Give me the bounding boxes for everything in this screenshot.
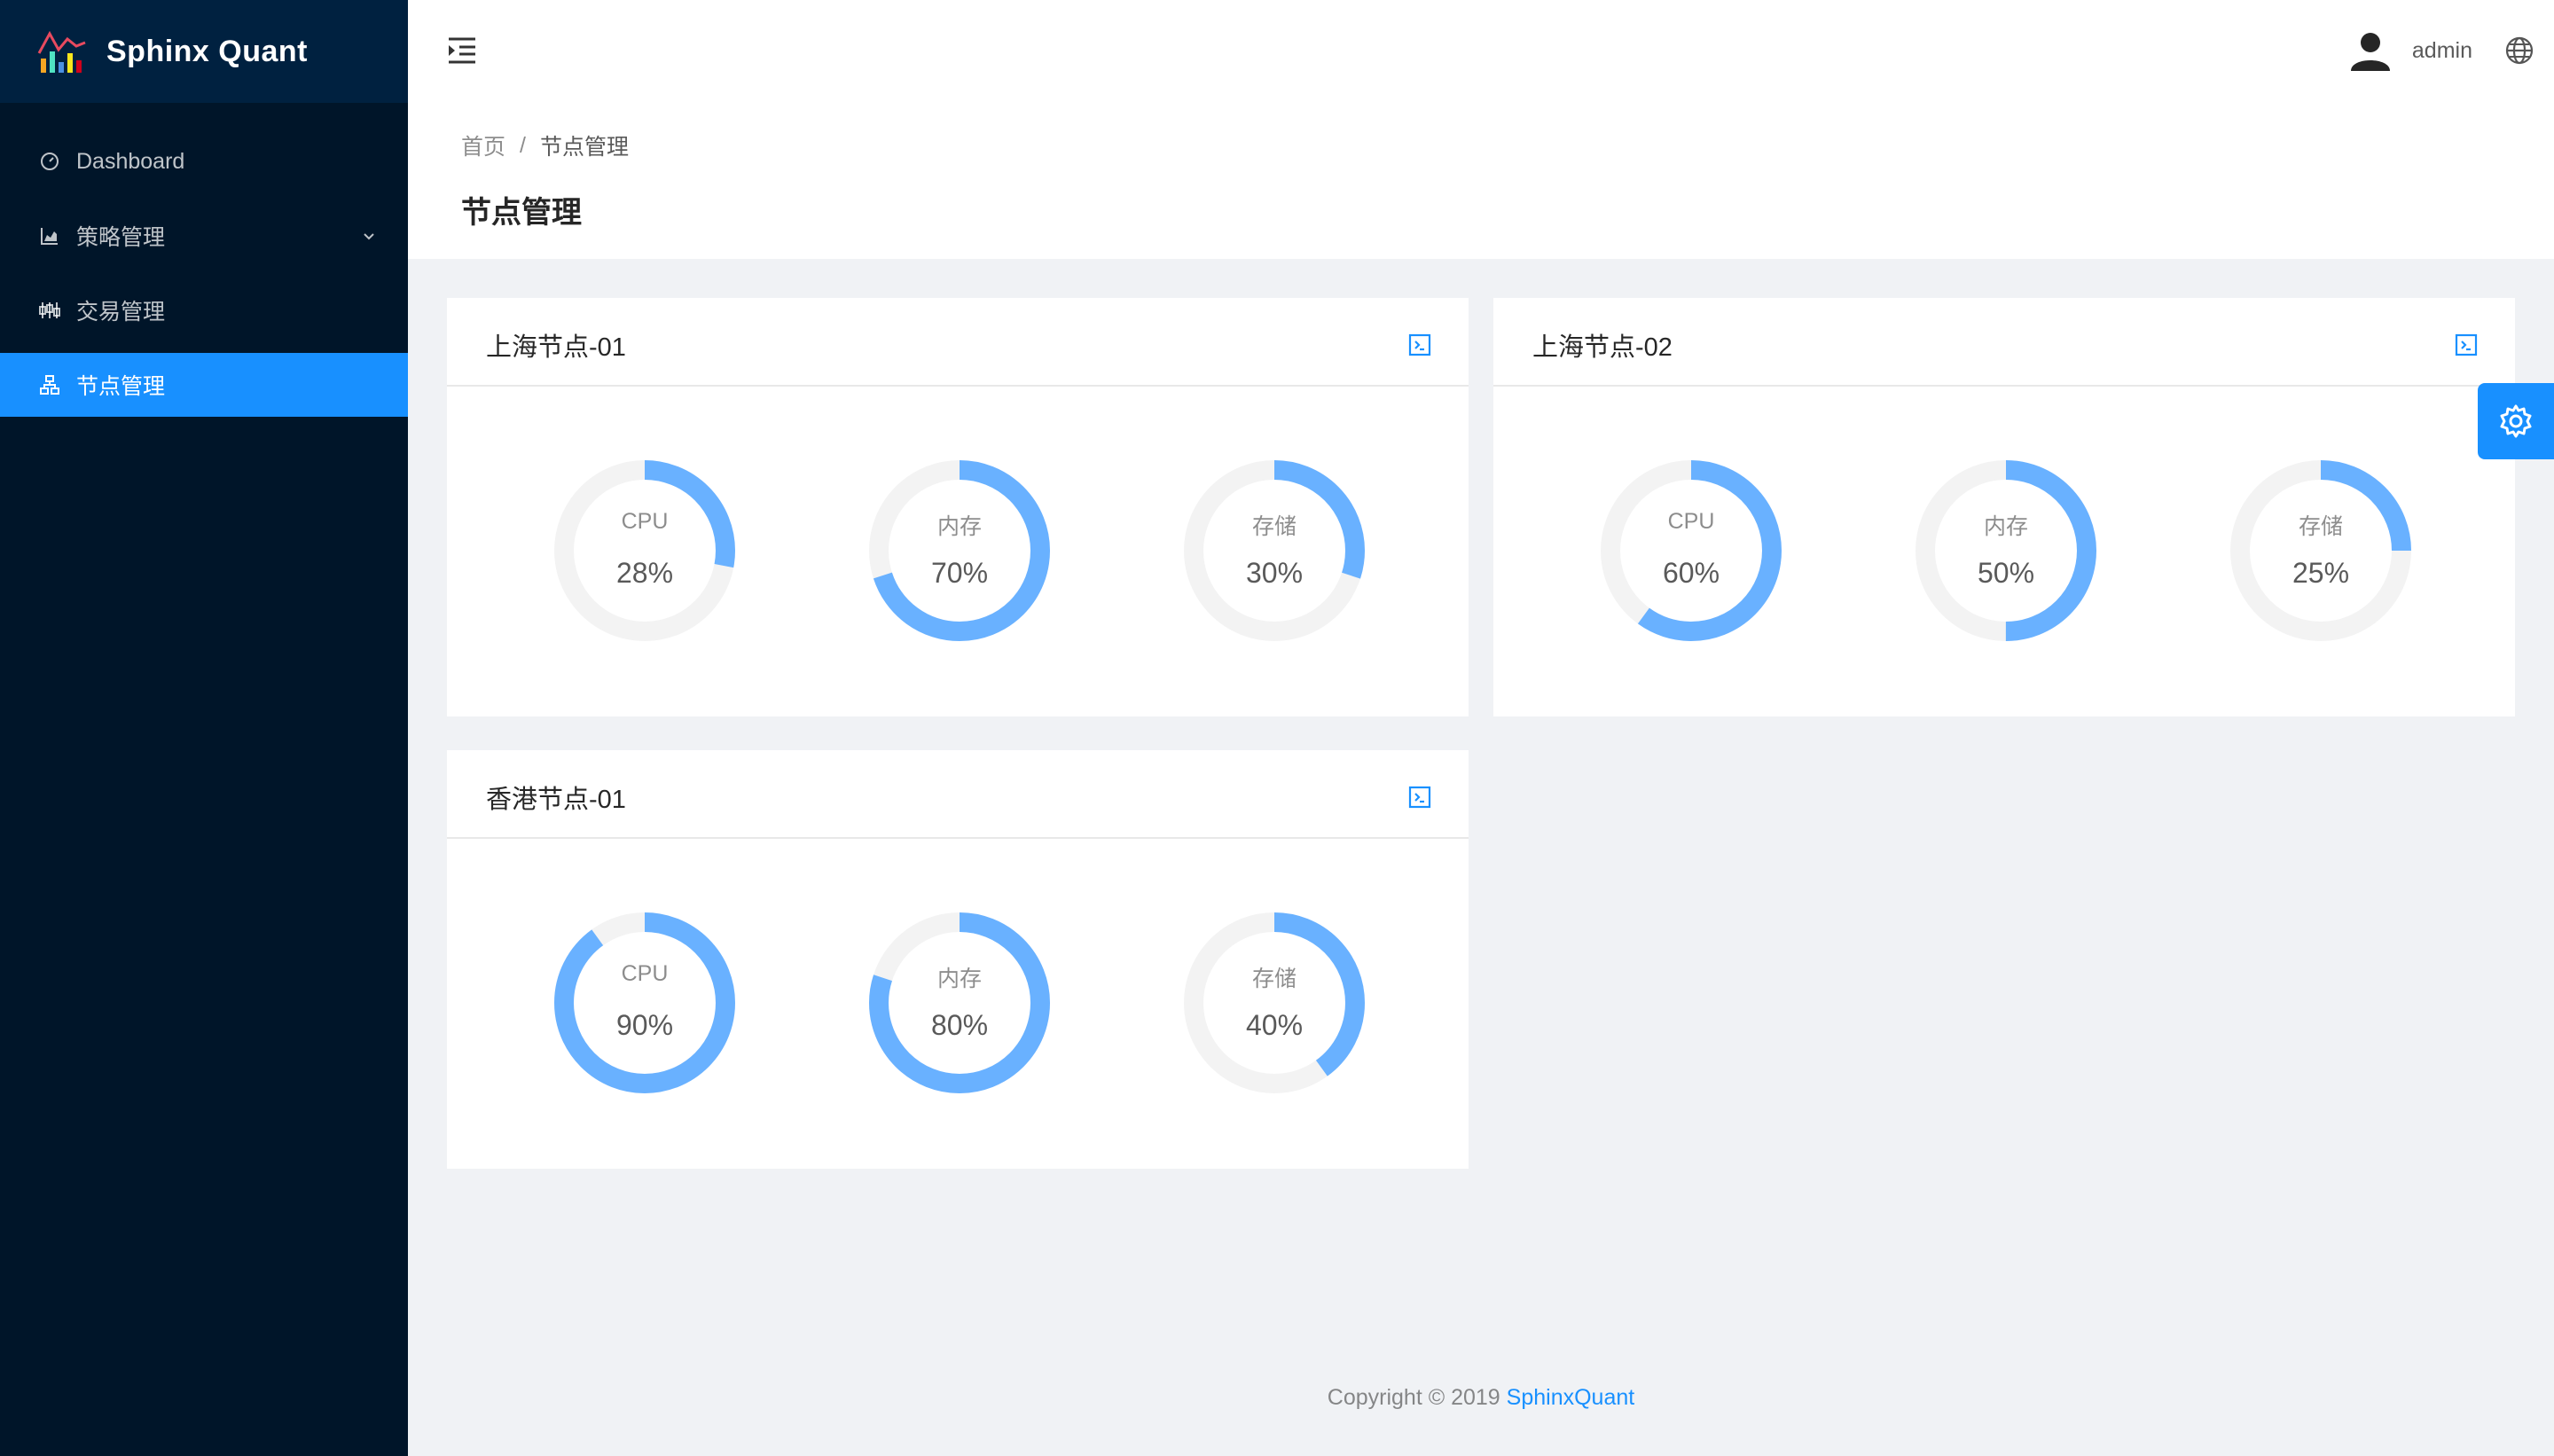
copyright-text: Copyright © 2019 [1327, 1385, 1500, 1410]
sidebar: Sphinx Quant Dashboard 策略管理 交易管理 节点管理 [0, 0, 408, 1456]
gauge-label: 内存 [936, 514, 982, 539]
breadcrumb-separator: / [520, 132, 526, 158]
page-header: 首页 / 节点管理 节点管理 [408, 103, 2554, 259]
gauge-value: 40% [1245, 1009, 1304, 1041]
gauge-label: 存储 [2298, 514, 2343, 539]
sidebar-item-label: 策略管理 [76, 225, 166, 250]
brand-link[interactable]: SphinxQuant [1507, 1385, 1635, 1410]
card-header: 香港节点-01 [447, 750, 1469, 839]
user-menu[interactable]: admin [2348, 28, 2472, 73]
gauge-value: 50% [1977, 557, 2035, 589]
user-avatar-icon [2350, 33, 2390, 71]
gauge-memory: 内存 70% [866, 458, 1053, 644]
sidebar-item-strategy[interactable]: 策略管理 [0, 204, 408, 268]
node-card: 香港节点-01 CPU 90% 内存 80% 存储 40% [447, 750, 1469, 1169]
chevron-down-icon [364, 233, 374, 240]
gauge-value: 30% [1245, 557, 1304, 589]
node-name: 上海节点-02 [1532, 333, 1673, 362]
gear-icon [2500, 404, 2532, 438]
gauge-label: 存储 [1251, 514, 1297, 539]
breadcrumb: 首页 / 节点管理 [461, 129, 629, 161]
sidebar-item-label: Dashboard [76, 148, 185, 174]
cluster-icon [39, 374, 60, 395]
gauge-row: CPU 28% 内存 70% 存储 30% [447, 387, 1469, 715]
gauge-cpu: CPU 60% [1598, 458, 1784, 644]
sidebar-item-nodes[interactable]: 节点管理 [0, 353, 408, 417]
breadcrumb-home[interactable]: 首页 [461, 129, 505, 161]
menu-fold-icon[interactable] [445, 34, 479, 67]
terminal-icon[interactable] [2455, 333, 2478, 356]
card-header: 上海节点-01 [447, 298, 1469, 387]
card-header: 上海节点-02 [1493, 298, 2515, 387]
footer: Copyright © 2019 SphinxQuant [408, 1385, 2554, 1411]
username: admin [2411, 37, 2472, 63]
gauge-storage: 存储 30% [1181, 458, 1367, 644]
sidebar-item-trading[interactable]: 交易管理 [0, 278, 408, 342]
gauge-storage: 存储 40% [1181, 910, 1367, 1096]
sliders-icon [39, 300, 60, 321]
gauge-value: 28% [615, 557, 674, 589]
gauge-label: 存储 [1251, 967, 1297, 991]
logo-icon [37, 30, 86, 73]
terminal-icon[interactable] [1408, 333, 1431, 356]
settings-drawer-button[interactable] [2478, 383, 2554, 459]
gauge-row: CPU 60% 内存 50% 存储 25% [1493, 387, 2515, 715]
gauge-cpu: CPU 28% [552, 458, 738, 644]
page-title: 节点管理 [461, 196, 582, 230]
gauge-label: CPU [621, 961, 669, 986]
gauge-value: 25% [2292, 557, 2350, 589]
gauge-memory: 内存 80% [866, 910, 1053, 1096]
node-card: 上海节点-01 CPU 28% 内存 70% 存储 30% [447, 298, 1469, 716]
area-chart-icon [39, 225, 60, 247]
gauge-label: 内存 [936, 967, 982, 991]
sidebar-item-dashboard[interactable]: Dashboard [0, 129, 408, 193]
breadcrumb-current: 节点管理 [539, 135, 629, 160]
globe-icon[interactable] [2504, 35, 2534, 66]
gauge-label: CPU [621, 509, 669, 534]
gauge-memory: 内存 50% [1913, 458, 2099, 644]
gauge-label: CPU [1667, 509, 1715, 534]
gauge-value: 80% [930, 1009, 989, 1041]
gauge-cpu: CPU 90% [552, 910, 738, 1096]
gauge-storage: 存储 25% [2228, 458, 2414, 644]
sidebar-item-label: 交易管理 [76, 300, 166, 325]
gauge-value: 90% [615, 1009, 674, 1041]
top-header: admin [408, 0, 2554, 103]
node-name: 上海节点-01 [486, 333, 626, 362]
terminal-icon[interactable] [1408, 786, 1431, 809]
gauge-value: 60% [1662, 557, 1720, 589]
app-name: Sphinx Quant [106, 34, 308, 68]
gauge-row: CPU 90% 内存 80% 存储 40% [447, 839, 1469, 1167]
node-card: 上海节点-02 CPU 60% 内存 50% 存储 25% [1493, 298, 2515, 716]
node-name: 香港节点-01 [486, 786, 626, 814]
logo[interactable]: Sphinx Quant [0, 0, 408, 103]
sidebar-item-label: 节点管理 [76, 374, 166, 399]
sidebar-menu: Dashboard 策略管理 交易管理 节点管理 [0, 129, 408, 417]
dashboard-icon [39, 151, 60, 172]
gauge-label: 内存 [1983, 514, 2028, 539]
gauge-value: 70% [930, 557, 989, 589]
